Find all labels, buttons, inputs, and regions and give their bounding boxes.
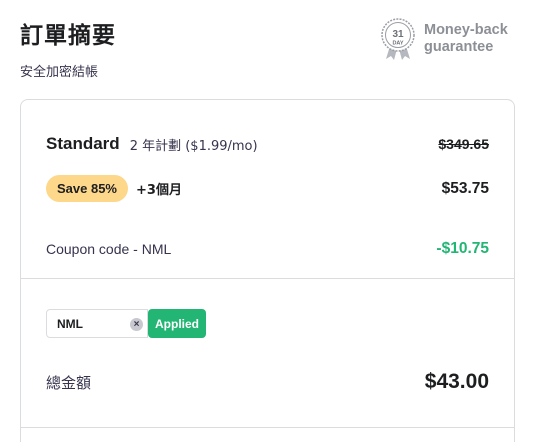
secure-checkout-label: 安全加密結帳 [20, 65, 99, 80]
coupon-label: Coupon code - NML [46, 241, 172, 257]
order-summary-page: 訂單摘要 安全加密結帳 31 DAY Money-back guarantee … [0, 0, 543, 442]
summary-card: Standard 2 年計劃 ($1.99/mo) $349.65 Save 8… [20, 99, 515, 442]
total-row: 總金額 $43.00 [46, 370, 489, 394]
plan-price: $53.75 [441, 179, 489, 197]
guarantee-text: Money-back guarantee [424, 22, 508, 56]
page-title: 訂單摘要 [20, 23, 116, 49]
save-badge: Save 85% [46, 175, 128, 202]
guarantee-line-2: guarantee [424, 39, 494, 55]
total-value: $43.00 [424, 370, 489, 393]
plan-row: Standard 2 年計劃 ($1.99/mo) $349.65 [46, 134, 489, 154]
badge-number: 31 [392, 29, 404, 40]
coupon-input-value: NML [57, 316, 83, 331]
plan-name: Standard [46, 134, 120, 153]
divider [21, 278, 514, 279]
coupon-discount: -$10.75 [436, 240, 489, 257]
coupon-row: Coupon code - NML -$10.75 [46, 240, 489, 258]
clear-icon[interactable]: × [130, 318, 143, 331]
money-back-guarantee: 31 DAY Money-back guarantee [380, 18, 508, 60]
total-label: 總金額 [46, 373, 92, 392]
bonus-months: +3個月 [136, 183, 182, 198]
divider-bottom [21, 427, 514, 428]
medal-icon: 31 DAY [381, 18, 415, 60]
guarantee-line-1: Money-back [424, 22, 508, 38]
coupon-input-group: NML × Applied [46, 309, 489, 338]
plan-term: 2 年計劃 ($1.99/mo) [129, 138, 258, 154]
discount-row: Save 85% +3個月 $53.75 [46, 175, 489, 202]
badge-unit: DAY [392, 41, 403, 47]
applied-button[interactable]: Applied [148, 309, 206, 338]
coupon-code-input[interactable]: NML × [46, 309, 148, 338]
original-price: $349.65 [438, 136, 489, 152]
